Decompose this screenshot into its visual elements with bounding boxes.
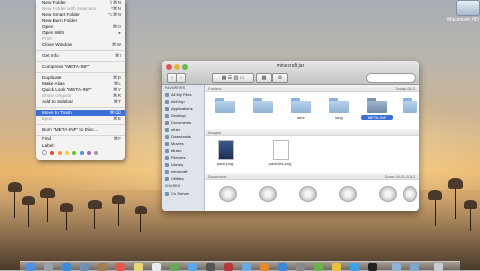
- applications-icon: [165, 106, 169, 111]
- folder-icon[interactable]: [215, 98, 235, 113]
- sidebar-item-library[interactable]: Library: [165, 161, 203, 168]
- label-color-picker[interactable]: [42, 150, 100, 156]
- menu-item-find[interactable]: Find ⌘F: [36, 136, 125, 142]
- music-icon: [165, 148, 169, 153]
- all-files-icon: [165, 92, 169, 97]
- server-icon: [165, 191, 169, 196]
- finder-window: minecraft.jar ‹ › ▦ ☰ ▥ ▭ ▦ ⚙ FAVORITES …: [162, 61, 419, 211]
- menu-separator: [36, 124, 125, 125]
- documents-icon: [165, 120, 169, 125]
- sidebar-item-other[interactable]: other: [165, 126, 203, 133]
- label-gray-dot[interactable]: [94, 150, 99, 155]
- folder-meta-inf[interactable]: [367, 98, 387, 113]
- menu-item-label: Label:: [42, 143, 55, 148]
- sidebar-item-documents[interactable]: Documents: [165, 119, 203, 126]
- sidebar-item-desktop[interactable]: Desktop: [165, 112, 203, 119]
- class-file-icon[interactable]: [259, 186, 277, 202]
- sidebar-item-cu-server[interactable]: Cu Server: [165, 190, 203, 197]
- particles-png-label: particles.png: [268, 161, 292, 166]
- pack-png-label: pack.png: [216, 161, 234, 166]
- window-title: minecraft.jar: [276, 63, 305, 69]
- menu-item-get-info[interactable]: Get Info ⌘I: [36, 53, 125, 59]
- action-gear-button[interactable]: ⚙: [272, 73, 288, 83]
- forward-button[interactable]: ›: [176, 73, 186, 83]
- finder-titlebar: minecraft.jar ‹ › ▦ ☰ ▥ ▭ ▦ ⚙: [162, 61, 419, 85]
- folder-lamr-label: lamr: [297, 115, 305, 120]
- folder-lang[interactable]: [329, 98, 349, 113]
- menu-separator: [36, 61, 125, 62]
- class-file-icon[interactable]: [219, 186, 237, 202]
- sidebar-section-favorites: FAVORITES: [165, 86, 186, 90]
- menu-item-add-to-sidebar[interactable]: Add to Sidebar ⌘T: [36, 99, 125, 105]
- label-red-dot[interactable]: [50, 150, 55, 155]
- sidebar-item-airdrop[interactable]: AirDrop: [165, 98, 203, 105]
- class-file-icon[interactable]: [339, 186, 357, 202]
- folder-icon: [165, 127, 169, 132]
- hard-drive-icon[interactable]: [456, 0, 480, 16]
- airdrop-icon: [165, 99, 169, 104]
- label-none-dot[interactable]: [42, 150, 47, 156]
- finder-sidebar: FAVORITES All My Files AirDrop Applicati…: [162, 85, 205, 211]
- utilities-icon: [165, 176, 169, 181]
- label-purple-dot[interactable]: [86, 150, 91, 155]
- sidebar-section-shared: SHARED: [165, 184, 181, 188]
- label-blue-dot[interactable]: [79, 150, 84, 155]
- menu-item-compress[interactable]: Compress “META-INF”: [36, 64, 125, 70]
- section-header-folders: Folders Today 08:3: [205, 85, 419, 92]
- folder-lamr[interactable]: [291, 98, 311, 113]
- folder-icon[interactable]: [253, 98, 273, 113]
- sidebar-item-pictures[interactable]: Pictures: [165, 154, 203, 161]
- label-orange-dot[interactable]: [57, 150, 62, 155]
- sidebar-item-all-my-files[interactable]: All My Files: [165, 91, 203, 98]
- class-file-icon[interactable]: [403, 186, 417, 202]
- section-header-documents: Document Done 04:11,2012: [205, 173, 419, 180]
- downloads-icon: [165, 134, 169, 139]
- pack-png-thumbnail[interactable]: [218, 140, 234, 160]
- movies-icon: [165, 141, 169, 146]
- folder-lang-label: lang: [335, 115, 343, 120]
- sidebar-item-utilities[interactable]: Utilities: [165, 175, 203, 182]
- library-icon: [165, 162, 169, 167]
- particles-png-thumbnail[interactable]: [273, 140, 289, 160]
- view-mode-segmented-control[interactable]: ▦ ☰ ▥ ▭: [212, 73, 254, 83]
- menu-separator: [36, 72, 125, 73]
- menu-item-burn-to-disc[interactable]: Burn “META-INF” to Disc…: [36, 127, 125, 133]
- sidebar-item-minecraft[interactable]: minecraft: [165, 168, 203, 175]
- section-header-images: Images: [205, 129, 419, 136]
- menu-item-close-window[interactable]: Close Window ⌘W: [36, 42, 125, 48]
- desktop-icon: [165, 113, 169, 118]
- menu-separator: [36, 107, 125, 108]
- label-yellow-dot[interactable]: [64, 150, 69, 155]
- sidebar-item-movies[interactable]: Movies: [165, 140, 203, 147]
- sidebar-item-applications[interactable]: Applications: [165, 105, 203, 112]
- class-file-icon[interactable]: [379, 186, 397, 202]
- search-input[interactable]: [366, 73, 416, 83]
- pictures-icon: [165, 155, 169, 160]
- folder-icon: [165, 169, 169, 174]
- context-menu: New Folder ⇧⌘N New Folder with Selection ^…: [36, 0, 125, 160]
- label-green-dot[interactable]: [72, 150, 77, 155]
- folder-meta-inf-label: META-INF: [361, 115, 393, 120]
- hard-drive-label: Macintosh HD: [447, 17, 479, 23]
- finder-content: Folders Today 08:3 lamr lang META-INF Ima…: [205, 85, 419, 211]
- sidebar-item-downloads[interactable]: Downloads: [165, 133, 203, 140]
- menu-separator: [36, 50, 125, 51]
- arrange-button[interactable]: ▦: [256, 73, 272, 83]
- sidebar-item-music[interactable]: Music: [165, 147, 203, 154]
- class-file-icon[interactable]: [299, 186, 317, 202]
- folder-icon[interactable]: [403, 98, 417, 113]
- menu-item-eject: Eject ⌘E: [42, 116, 121, 121]
